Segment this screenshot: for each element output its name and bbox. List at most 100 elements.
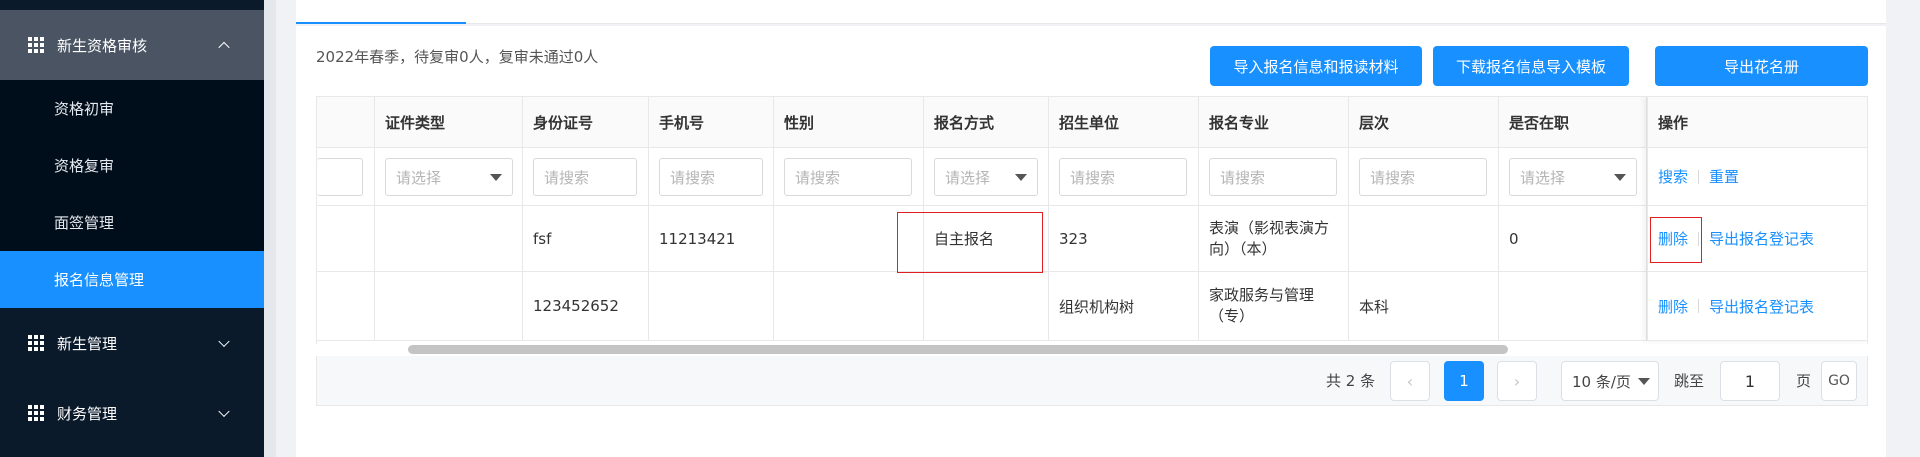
search-link[interactable]: 搜索: [1658, 166, 1688, 187]
search-placeholder: 请搜索: [670, 168, 716, 187]
filter-cell: 请搜索: [774, 148, 924, 205]
export-registration-link[interactable]: 导出报名登记表: [1709, 228, 1814, 249]
page-1-button[interactable]: 1: [1444, 361, 1484, 401]
import-button[interactable]: 导入报名信息和报读材料: [1210, 46, 1422, 86]
cell-id-no: 123452652: [523, 272, 649, 340]
sidebar-group-finance[interactable]: 财务管理: [0, 378, 264, 448]
chevron-right-icon: ›: [1513, 371, 1521, 391]
sidebar-item-initial-review[interactable]: 资格初审: [0, 80, 264, 137]
header-phone: 手机号: [649, 97, 774, 147]
sidebar-item-registration-info[interactable]: 报名信息管理: [0, 251, 264, 308]
sidebar-group-new-student-management[interactable]: 新生管理: [0, 308, 264, 378]
header-id-no: 身份证号: [523, 97, 649, 147]
export-roster-button[interactable]: 导出花名册: [1655, 46, 1868, 86]
cell-apply-method: [924, 272, 1049, 340]
row-actions: 删除 导出报名登记表: [1648, 272, 1867, 341]
reset-link[interactable]: 重置: [1709, 166, 1739, 187]
export-registration-link[interactable]: 导出报名登记表: [1709, 296, 1814, 317]
delete-link[interactable]: 删除: [1658, 296, 1688, 317]
filter-cell: 请选择: [924, 148, 1049, 205]
sidebar-item-label: 资格初审: [54, 100, 115, 118]
registration-table: 证件类型 身份证号 手机号 性别 报名方式 招生单位 报名专业 层次 是否在职 …: [316, 96, 1868, 356]
sidebar-item-interview[interactable]: 面签管理: [0, 194, 264, 251]
search-placeholder: 请搜索: [795, 168, 841, 187]
grid-icon: [28, 335, 44, 351]
caret-down-icon: [1015, 174, 1027, 181]
cell-major: 表演（影视表演方向）（本）: [1199, 206, 1349, 271]
sidebar-submenu: 资格初审 资格复审 面签管理 报名信息管理: [0, 80, 264, 308]
cell-phone: [649, 272, 774, 340]
divider: [1698, 299, 1700, 313]
next-page-button[interactable]: ›: [1497, 361, 1537, 401]
apply-method-select[interactable]: 请选择: [934, 158, 1038, 196]
caret-down-icon: [490, 174, 502, 181]
cell-employed: [1499, 272, 1647, 340]
select-placeholder: 请选择: [1520, 168, 1566, 187]
prev-page-button[interactable]: ‹: [1390, 361, 1430, 401]
table-row: 123452652 组织机构树 家政服务与管理（专） 本科: [317, 272, 1867, 341]
cell-unit: 323: [1049, 206, 1199, 271]
header-operations: 操作: [1648, 97, 1867, 148]
jump-page-input[interactable]: 1: [1720, 361, 1780, 401]
caret-down-icon: [1614, 174, 1626, 181]
grid-icon: [28, 37, 44, 53]
sidebar-group-label: 新生资格审核: [57, 36, 148, 55]
table-cell: [317, 206, 375, 271]
sidebar: 新生资格审核 资格初审 资格复审 面签管理 报名信息管理 新生管理 财务管理: [0, 0, 264, 457]
gutter: [264, 0, 276, 457]
table-header-cell: [317, 97, 375, 147]
major-search-input[interactable]: 请搜索: [1209, 158, 1337, 196]
filter-cell: 请搜索: [1199, 148, 1349, 205]
phone-search-input[interactable]: 请搜索: [659, 158, 763, 196]
select-placeholder: 请选择: [396, 168, 442, 187]
employed-select[interactable]: 请选择: [1509, 158, 1637, 196]
cell-id-no: fsf: [523, 206, 649, 271]
id-no-search-input[interactable]: 请搜索: [533, 158, 637, 196]
sidebar-group-label: 财务管理: [57, 404, 118, 423]
cell-cert-type: [375, 206, 523, 271]
cert-type-select[interactable]: 请选择: [385, 158, 513, 196]
sidebar-group-label: 新生管理: [57, 334, 118, 353]
cell-cert-type: [375, 272, 523, 340]
tab-bar: [296, 0, 1886, 24]
header-apply-method: 报名方式: [924, 97, 1049, 147]
highlight-delete: [1650, 217, 1702, 263]
go-button[interactable]: GO: [1821, 361, 1857, 401]
highlight-apply-method: [897, 212, 1043, 273]
sidebar-group-new-student-review[interactable]: 新生资格审核: [0, 10, 264, 80]
chevron-down-icon: [218, 335, 230, 348]
unit-search-input[interactable]: 请搜索: [1059, 158, 1187, 196]
cell-employed: 0: [1499, 206, 1647, 271]
header-unit: 招生单位: [1049, 97, 1199, 147]
caret-down-icon: [1638, 378, 1650, 385]
filter-cell: 请搜索: [649, 148, 774, 205]
cell-unit: 组织机构树: [1049, 272, 1199, 340]
header-employed: 是否在职: [1499, 97, 1647, 147]
download-template-button[interactable]: 下载报名信息导入模板: [1433, 46, 1629, 86]
header-level: 层次: [1349, 97, 1499, 147]
active-tab-indicator: [296, 22, 466, 24]
divider: [1698, 169, 1700, 184]
header-major: 报名专业: [1199, 97, 1349, 147]
total-count: 共 2 条: [1326, 372, 1376, 390]
sidebar-top: [0, 0, 264, 10]
horizontal-scrollbar-thumb[interactable]: [408, 345, 1508, 354]
page-size-select[interactable]: 10 条/页: [1561, 361, 1659, 401]
filter-cell: 请选择: [375, 148, 523, 205]
chevron-down-icon: [218, 405, 230, 418]
sidebar-item-re-review[interactable]: 资格复审: [0, 137, 264, 194]
chevron-left-icon: ‹: [1406, 371, 1414, 391]
page-size-value: 10 条/页: [1572, 372, 1631, 391]
grid-icon: [28, 405, 44, 421]
gender-search-input[interactable]: 请搜索: [784, 158, 912, 196]
page-unit-label: 页: [1796, 372, 1812, 390]
search-placeholder: 请搜索: [544, 168, 590, 187]
table-cell: [317, 272, 375, 340]
filter-cell: [317, 148, 375, 205]
cell-phone: 11213421: [649, 206, 774, 271]
level-search-input[interactable]: 请搜索: [1359, 158, 1487, 196]
cell-major: 家政服务与管理（专）: [1199, 272, 1349, 340]
search-placeholder: 请搜索: [1370, 168, 1416, 187]
filter-input[interactable]: [317, 158, 363, 196]
sidebar-item-label: 报名信息管理: [54, 271, 145, 289]
